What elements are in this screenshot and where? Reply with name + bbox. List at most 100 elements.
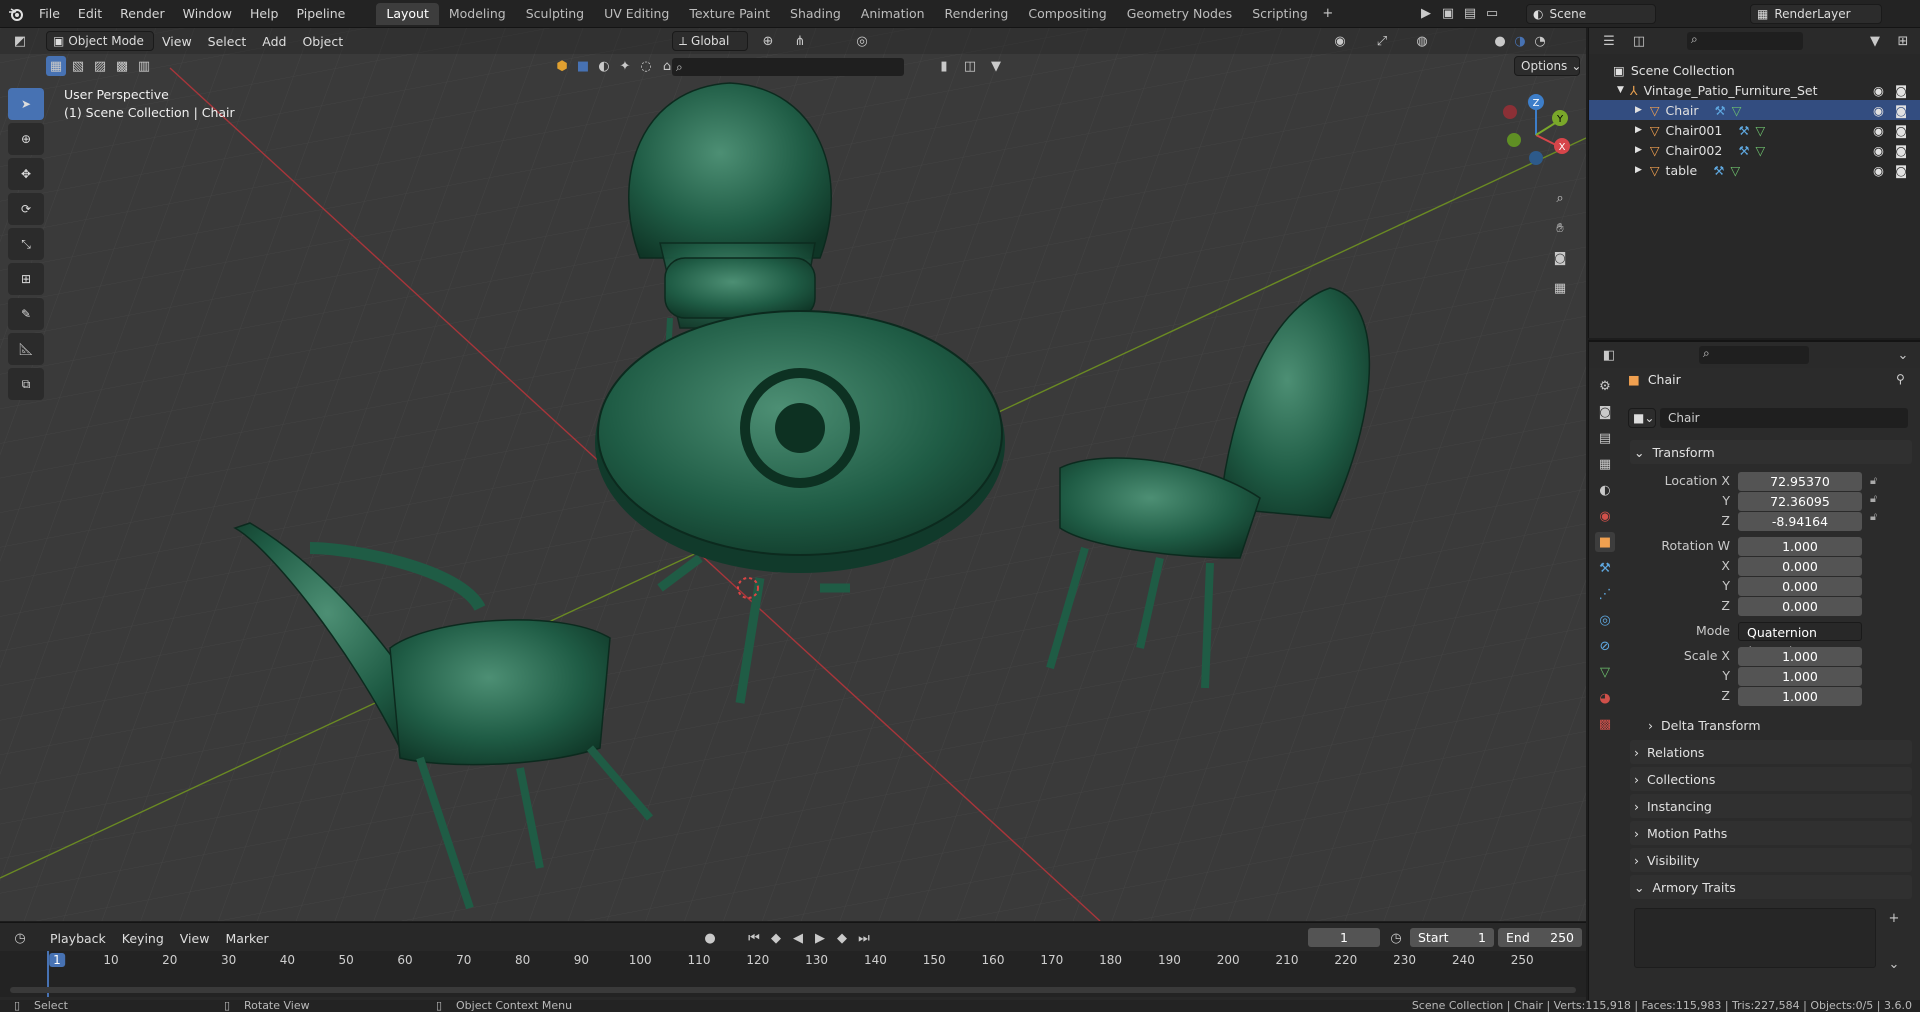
tab-shading[interactable]: Shading xyxy=(780,3,851,25)
section-instancing[interactable]: › Instancing xyxy=(1630,794,1912,818)
outliner-row-table[interactable]: ▶ ▽ table ⚒ ▽ ◉ ◙ xyxy=(1589,160,1920,180)
light-filter-icon[interactable]: ✦ xyxy=(615,56,635,76)
mesh-data-icon[interactable]: ▽ xyxy=(1732,103,1742,118)
properties-editor-icon[interactable]: ◧ xyxy=(1599,345,1619,365)
outliner-row-chair001[interactable]: ▶ ▽ Chair001 ⚒ ▽ ◉ ◙ xyxy=(1589,120,1920,140)
mesh-data-icon[interactable]: ▽ xyxy=(1756,143,1766,158)
outliner-row-scene-collection[interactable]: ▣ Scene Collection xyxy=(1589,60,1920,80)
menu-pipeline[interactable]: Pipeline xyxy=(287,0,354,28)
jump-start-icon[interactable]: ⏮︎ xyxy=(744,928,764,948)
select-subtract-icon[interactable]: ▨ xyxy=(90,56,110,76)
select-invert-icon[interactable]: ▩ xyxy=(112,56,132,76)
scale-tool[interactable]: ⤡ xyxy=(8,228,44,260)
color-filter-icon[interactable]: ⬢ xyxy=(552,56,572,76)
gizmo-toggle-icon[interactable]: ⤢ xyxy=(1372,31,1392,51)
eye-icon[interactable]: ◉ xyxy=(1873,123,1884,138)
object-filter-icon[interactable]: ■ xyxy=(573,56,593,76)
stopwatch-icon[interactable]: ◷ xyxy=(1386,928,1406,948)
lock-icon[interactable]: 🔓︎ xyxy=(1870,474,1877,488)
camera-view-icon[interactable]: ◙ xyxy=(1550,248,1570,268)
output-tab-icon[interactable]: ▤ xyxy=(1595,428,1615,448)
play-icon[interactable]: ▶ xyxy=(810,928,830,948)
eye-icon[interactable]: ◉ xyxy=(1873,83,1884,98)
particles-tab-icon[interactable]: ⋰ xyxy=(1595,584,1615,604)
camera-render-icon[interactable]: ◙ xyxy=(1895,103,1907,118)
modifier-tab-icon[interactable]: ⚒ xyxy=(1595,558,1615,578)
properties-search-input[interactable]: ⌕ xyxy=(1699,346,1809,364)
prev-keyframe-icon[interactable]: ◆ xyxy=(766,928,786,948)
render-tab-icon[interactable]: ◙ xyxy=(1595,402,1615,422)
chevron-down-icon[interactable]: ⌄ xyxy=(1893,345,1913,365)
camera-render-icon[interactable]: ◙ xyxy=(1895,83,1907,98)
tab-layout[interactable]: Layout xyxy=(376,2,439,25)
section-relations[interactable]: › Relations xyxy=(1630,740,1912,764)
tab-animation[interactable]: Animation xyxy=(851,3,935,25)
tool-tab-icon[interactable]: ⚙ xyxy=(1595,376,1615,396)
rotation-mode-dropdown[interactable]: Quaternion (WXYZ)⌄ xyxy=(1738,622,1862,659)
material-tab-icon[interactable]: ◕ xyxy=(1595,688,1615,708)
location-y-field[interactable]: 72.36095 xyxy=(1738,492,1862,511)
ortho-grid-icon[interactable]: ▦ xyxy=(1550,278,1570,298)
funnel-icon[interactable]: ▼ xyxy=(986,56,1006,76)
eye-icon[interactable]: ◉ xyxy=(1873,163,1884,178)
scale-y-field[interactable]: 1.000 xyxy=(1738,667,1862,686)
pivot-icon[interactable]: ⊕ xyxy=(758,31,778,51)
mesh-filter-icon[interactable]: ◐ xyxy=(594,56,614,76)
tab-uv-editing[interactable]: UV Editing xyxy=(594,3,679,25)
tab-texture-paint[interactable]: Texture Paint xyxy=(679,3,780,25)
overlay-icon[interactable]: ◍ xyxy=(1412,31,1432,51)
mode-selector[interactable]: ▣ Object Mode xyxy=(46,31,154,51)
3d-viewport[interactable]: ◩ ▣ Object Mode View Select Add Object ⟂… xyxy=(0,28,1586,921)
timeline-scrollbar[interactable] xyxy=(10,987,1576,993)
visibility-icon[interactable]: ◉ xyxy=(1330,31,1350,51)
tab-modeling[interactable]: Modeling xyxy=(439,3,516,25)
view-layer-selector[interactable]: ▦ RenderLayer xyxy=(1750,4,1882,24)
tab-scripting[interactable]: Scripting xyxy=(1242,3,1318,25)
scene-selector[interactable]: ◐ Scene xyxy=(1526,4,1656,24)
section-transform[interactable]: ⌄ Transform xyxy=(1630,440,1912,464)
view-layer-tab-icon[interactable]: ▦ xyxy=(1595,454,1615,474)
outliner-editor-icon[interactable]: ☰ xyxy=(1599,31,1619,51)
camera-render-icon[interactable]: ◙ xyxy=(1895,143,1907,158)
new-collection-icon[interactable]: ⊞ xyxy=(1893,31,1913,51)
lock-icon[interactable]: 🔓︎ xyxy=(1870,492,1877,506)
timeline-menu-playback[interactable]: Playback xyxy=(42,931,114,946)
tab-geometry-nodes[interactable]: Geometry Nodes xyxy=(1117,3,1242,25)
snap-icon[interactable]: ⋔ xyxy=(790,31,810,51)
render-anim-icon[interactable]: ▤ xyxy=(1460,3,1480,23)
physics-tab-icon[interactable]: ◎ xyxy=(1595,610,1615,630)
section-delta-transform[interactable]: › Delta Transform xyxy=(1648,713,1912,737)
texture-tab-icon[interactable]: ▩ xyxy=(1595,714,1615,734)
section-armory-traits[interactable]: ⌄ Armory Traits xyxy=(1630,875,1912,899)
outliner-search-input[interactable]: ⌕ xyxy=(1687,32,1803,50)
object-type-dropdown[interactable]: ■⌄ xyxy=(1628,408,1656,428)
rotate-tool[interactable]: ⟳ xyxy=(8,193,44,225)
select-extend-icon[interactable]: ▧ xyxy=(68,56,88,76)
modifier-wrench-icon[interactable]: ⚒ xyxy=(1714,103,1725,118)
location-x-field[interactable]: 72.95370 xyxy=(1738,472,1862,491)
rendered-shading-icon[interactable]: ◔ xyxy=(1530,31,1550,51)
modifier-wrench-icon[interactable]: ⚒ xyxy=(1738,143,1749,158)
record-icon[interactable]: ● xyxy=(700,928,720,948)
next-keyframe-icon[interactable]: ◆ xyxy=(832,928,852,948)
menu-help[interactable]: Help xyxy=(241,0,288,28)
modifier-wrench-icon[interactable]: ⚒ xyxy=(1713,163,1724,178)
menu-file[interactable]: File xyxy=(30,0,69,28)
jump-end-icon[interactable]: ⏭︎ xyxy=(854,928,874,948)
viewport-menu-view[interactable]: View xyxy=(154,34,200,49)
modifier-wrench-icon[interactable]: ⚒ xyxy=(1738,123,1749,138)
viewport-menu-select[interactable]: Select xyxy=(200,34,255,49)
end-frame-field[interactable]: End 250 xyxy=(1498,928,1582,947)
timeline-menu-keying[interactable]: Keying xyxy=(114,931,172,946)
camera-render-icon[interactable]: ◙ xyxy=(1895,163,1907,178)
timeline-menu-marker[interactable]: Marker xyxy=(217,931,276,946)
rotation-w-field[interactable]: 1.000 xyxy=(1738,537,1862,556)
datablock-name-field[interactable]: Chair xyxy=(1660,408,1908,428)
menu-window[interactable]: Window xyxy=(174,0,241,28)
menu-render[interactable]: Render xyxy=(111,0,174,28)
select-intersect-icon[interactable]: ▥ xyxy=(134,56,154,76)
data-tab-icon[interactable]: ▽ xyxy=(1595,662,1615,682)
tab-sculpting[interactable]: Sculpting xyxy=(516,3,594,25)
traits-list[interactable] xyxy=(1634,908,1876,968)
location-z-field[interactable]: -8.94164 xyxy=(1738,512,1862,531)
